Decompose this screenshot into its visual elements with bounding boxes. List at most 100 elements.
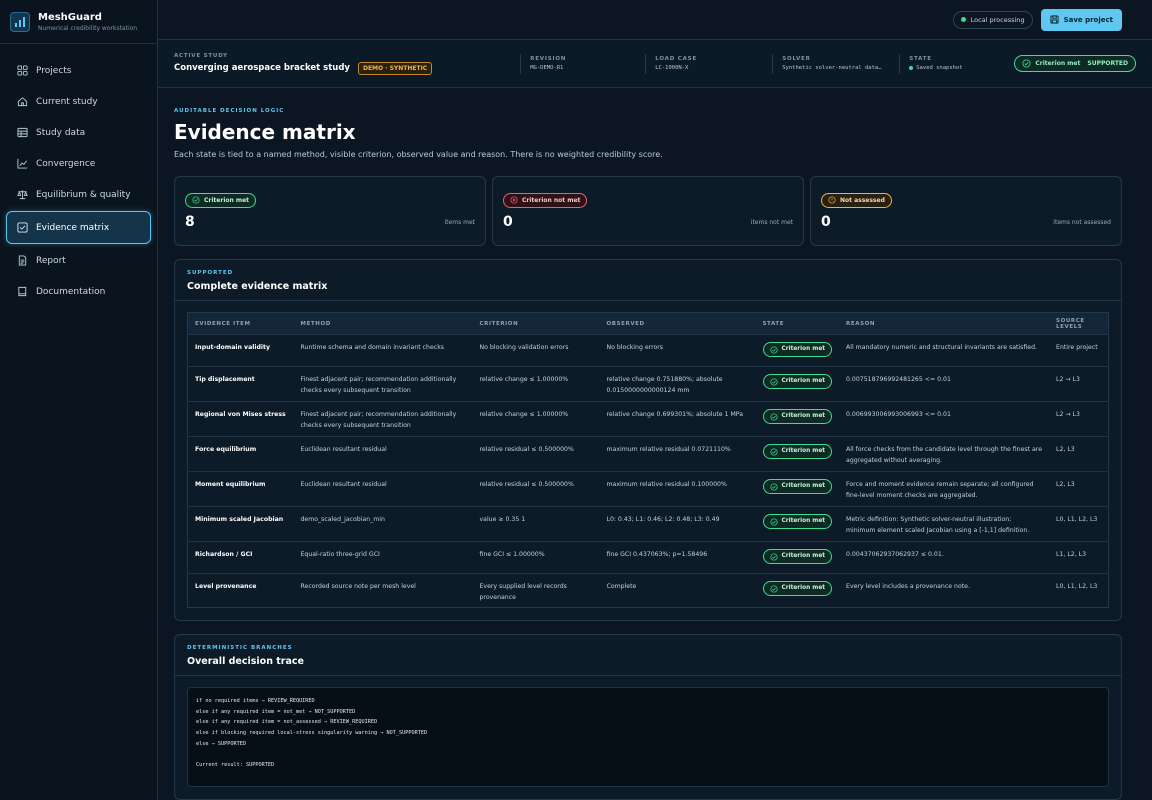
column-header: SOURCE LEVELS bbox=[1056, 317, 1085, 330]
nav-item-convergence[interactable]: Convergence bbox=[6, 149, 151, 178]
main-nav: Projects Current study Study data Conver… bbox=[0, 44, 157, 306]
cell-method: Finest adjacent pair; recommendation add… bbox=[293, 366, 473, 402]
summary-cards: Criterion met 8 items met Criterion not … bbox=[174, 176, 1122, 246]
active-study: ACTIVE STUDY Converging aerospace bracke… bbox=[174, 52, 433, 75]
panel-title: Complete evidence matrix bbox=[187, 281, 328, 292]
cell-state: Criterion met bbox=[755, 506, 840, 542]
save-project-label: Save project bbox=[1063, 15, 1113, 24]
cell-observed: Complete bbox=[599, 573, 756, 608]
cell-source-levels: L2, L3 bbox=[1049, 436, 1109, 472]
check-circle-icon bbox=[769, 412, 778, 421]
page-eyebrow: AUDITABLE DECISION LOGIC bbox=[174, 108, 285, 114]
cell-observed: L0: 0.43; L1: 0.46; L2: 0.48; L3: 0.49 bbox=[599, 506, 756, 542]
card-not-assessed: Not assessed 0 items not assessed bbox=[810, 176, 1122, 246]
local-processing-pill: Local processing bbox=[952, 10, 1033, 29]
bar-chart-logo-icon bbox=[10, 11, 30, 32]
cell-method: Finest adjacent pair; recommendation add… bbox=[293, 401, 473, 437]
nav-item-study-data[interactable]: Study data bbox=[6, 118, 151, 147]
brand[interactable]: MeshGuard Numerical credibility workstat… bbox=[0, 0, 157, 44]
cell-observed: No blocking errors bbox=[599, 334, 756, 367]
save-project-button[interactable]: Save project bbox=[1040, 8, 1122, 31]
cell-source-levels: L2 → L3 bbox=[1049, 401, 1109, 437]
panel-eyebrow: SUPPORTED bbox=[187, 270, 234, 276]
table-row[interactable]: Force equilibrium Euclidean resultant res… bbox=[187, 436, 1109, 472]
state-label: STATE bbox=[909, 56, 932, 62]
check-circle-icon bbox=[769, 584, 778, 593]
content: AUDITABLE DECISION LOGIC Evidence matrix… bbox=[158, 88, 1152, 800]
cell-evidence-item: Input-domain validity bbox=[187, 334, 294, 367]
card-caption: items met bbox=[444, 219, 475, 226]
divider bbox=[645, 53, 647, 74]
check-circle-icon bbox=[769, 552, 778, 561]
cell-criterion: value ≥ 0.35 1 bbox=[472, 506, 600, 542]
nav-label: Current study bbox=[36, 96, 98, 107]
table-row[interactable]: Minimum scaled Jacobian demo_scaled_jacob… bbox=[187, 506, 1109, 542]
cell-source-levels: L2 → L3 bbox=[1049, 366, 1109, 402]
check-circle-icon bbox=[769, 447, 778, 456]
evidence-table: EVIDENCE ITEM METHOD CRITERION OBSERVED … bbox=[187, 312, 1109, 608]
cell-criterion: relative change ≤ 1.00000% bbox=[472, 401, 600, 437]
card-criterion-met: Criterion met 8 items met bbox=[174, 176, 486, 246]
check-circle-icon bbox=[769, 517, 778, 526]
nav-item-current-study[interactable]: Current study bbox=[6, 87, 151, 116]
cell-source-levels: L0, L1, L2, L3 bbox=[1049, 573, 1109, 608]
column-header: EVIDENCE ITEM bbox=[195, 320, 251, 327]
cell-observed: relative change 0.751880%; absolute 0.01… bbox=[599, 366, 756, 402]
page-description: Each state is tied to a named method, vi… bbox=[174, 150, 663, 159]
check-circle-icon bbox=[769, 345, 778, 354]
not-assessed-chip: Not assessed bbox=[821, 192, 892, 208]
panel-eyebrow: DETERMINISTIC BRANCHES bbox=[187, 645, 293, 651]
balance-icon bbox=[17, 190, 28, 200]
cell-state: Criterion met bbox=[755, 366, 840, 402]
state-label: Criterion met bbox=[781, 448, 826, 454]
table-row[interactable]: Regional von Mises stress Finest adjacent… bbox=[187, 401, 1109, 437]
cell-reason: All force checks from the candidate leve… bbox=[839, 436, 1050, 472]
state-chip: Criterion met bbox=[762, 581, 833, 596]
card-caption: items not assessed bbox=[1053, 219, 1111, 226]
solver-block: SOLVER Synthetic solver-neutral data… bbox=[782, 56, 890, 71]
divider bbox=[772, 53, 774, 74]
status-criterion: Criterion met bbox=[1035, 60, 1081, 67]
cell-criterion: relative residual ≤ 0.500000% bbox=[472, 471, 600, 507]
checkbox-icon bbox=[17, 222, 28, 233]
demo-badge: DEMO · SYNTHETIC bbox=[357, 61, 433, 75]
column-header: METHOD bbox=[300, 320, 331, 327]
nav-item-equilibrium-quality[interactable]: Equilibrium & quality bbox=[6, 180, 151, 209]
nav-label: Evidence matrix bbox=[36, 222, 110, 233]
evidence-matrix-panel: SUPPORTED Complete evidence matrix EVIDE… bbox=[174, 259, 1122, 621]
table-row[interactable]: Tip displacement Finest adjacent pair; re… bbox=[187, 366, 1109, 402]
nav-label: Study data bbox=[36, 127, 86, 138]
check-circle-icon bbox=[769, 377, 778, 386]
table-row[interactable]: Input-domain validity Runtime schema and … bbox=[187, 334, 1109, 367]
home-icon bbox=[17, 97, 28, 107]
cell-reason: Metric definition: Synthetic solver-neut… bbox=[839, 506, 1050, 542]
nav-item-documentation[interactable]: Documentation bbox=[6, 277, 151, 306]
table-row[interactable]: Moment equilibrium Euclidean resultant re… bbox=[187, 471, 1109, 507]
cell-evidence-item: Regional von Mises stress bbox=[187, 401, 294, 437]
decision-trace-panel: DETERMINISTIC BRANCHES Overall decision … bbox=[174, 634, 1122, 800]
state-label: Criterion met bbox=[781, 585, 826, 591]
nav-item-evidence-matrix[interactable]: Evidence matrix bbox=[6, 211, 151, 244]
check-circle-icon bbox=[192, 196, 200, 204]
table-row[interactable]: Richardson / GCI Equal-ratio three-grid G… bbox=[187, 541, 1109, 574]
study-title: Converging aerospace bracket study bbox=[174, 63, 350, 73]
state-label: Criterion met bbox=[781, 413, 826, 419]
cell-evidence-item: Force equilibrium bbox=[187, 436, 294, 472]
column-header: OBSERVED bbox=[606, 320, 645, 327]
state-text: Saved snapshot bbox=[916, 65, 963, 71]
card-caption: items not met bbox=[750, 219, 793, 226]
status-dot-icon bbox=[960, 17, 966, 22]
nav-item-report[interactable]: Report bbox=[6, 246, 151, 275]
active-study-label: ACTIVE STUDY bbox=[174, 52, 228, 59]
column-header: STATE bbox=[762, 320, 785, 327]
nav-item-projects[interactable]: Projects bbox=[6, 56, 151, 85]
load-case-value: LC-1000N-X bbox=[655, 65, 689, 71]
state-label: Criterion met bbox=[781, 518, 826, 524]
divider bbox=[899, 53, 901, 74]
cell-state: Criterion met bbox=[755, 436, 840, 472]
decision-trace-code: if no required items → REVIEW_REQUIRED e… bbox=[187, 687, 1109, 787]
chip-label: Criterion met bbox=[204, 196, 250, 204]
table-row[interactable]: Level provenance Recorded source note per… bbox=[187, 573, 1109, 608]
study-bar: ACTIVE STUDY Converging aerospace bracke… bbox=[158, 40, 1152, 88]
cell-reason: Force and moment evidence remain separat… bbox=[839, 471, 1050, 507]
